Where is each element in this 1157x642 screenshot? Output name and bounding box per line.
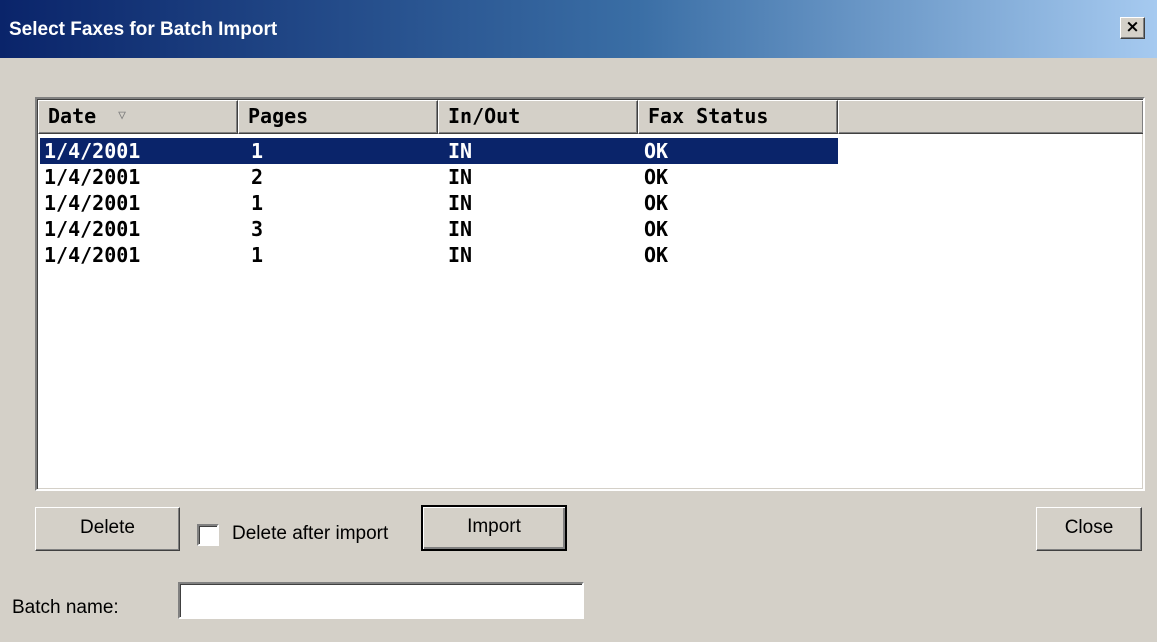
- delete-after-import-label[interactable]: Delete after import: [232, 523, 388, 545]
- title-bar[interactable]: Select Faxes for Batch Import ×: [0, 0, 1157, 58]
- cell-date: 1/4/2001: [44, 139, 141, 163]
- list-rows: 1/4/2001 1 IN OK 1/4/2001 2 IN OK 1/4/20…: [38, 138, 1142, 268]
- table-row[interactable]: 1/4/2001 2 IN OK: [38, 164, 1142, 190]
- batch-import-dialog: Select Faxes for Batch Import × Date ▽ Pa…: [0, 0, 1157, 642]
- close-button-label: Close: [1064, 517, 1114, 538]
- batch-name-label: Batch name:: [12, 597, 119, 618]
- column-header-pages[interactable]: Pages: [238, 100, 438, 134]
- column-header-label: In/Out: [448, 104, 521, 128]
- cell-date: 1/4/2001: [44, 217, 141, 241]
- delete-button[interactable]: Delete: [35, 507, 180, 551]
- batch-name-input[interactable]: [178, 582, 584, 619]
- cell-date: 1/4/2001: [44, 165, 141, 189]
- column-header-filler: [838, 100, 1143, 134]
- cell-status: OK: [644, 139, 669, 163]
- close-window-button[interactable]: ×: [1120, 17, 1145, 39]
- window-title: Select Faxes for Batch Import: [9, 19, 278, 40]
- cell-inout: IN: [448, 217, 473, 241]
- cell-status: OK: [644, 243, 669, 267]
- cell-status: OK: [644, 217, 669, 241]
- cell-pages: 1: [251, 191, 264, 215]
- column-header-label: Fax Status: [648, 104, 769, 128]
- delete-button-label: Delete: [80, 517, 135, 538]
- close-icon: ×: [1125, 17, 1140, 37]
- cell-date: 1/4/2001: [44, 243, 141, 267]
- list-header: Date ▽ Pages In/Out Fax Status: [38, 100, 1143, 134]
- import-button[interactable]: Import: [421, 505, 567, 551]
- table-row[interactable]: 1/4/2001 1 IN OK: [38, 138, 1142, 164]
- column-header-fax-status[interactable]: Fax Status: [638, 100, 838, 134]
- cell-pages: 1: [251, 243, 264, 267]
- cell-pages: 1: [251, 139, 264, 163]
- cell-inout: IN: [448, 165, 473, 189]
- close-button[interactable]: Close: [1036, 507, 1142, 551]
- cell-inout: IN: [448, 139, 473, 163]
- column-header-date[interactable]: Date ▽: [38, 100, 238, 134]
- fax-list[interactable]: Date ▽ Pages In/Out Fax Status 1/4/2001 1…: [35, 97, 1145, 491]
- table-row[interactable]: 1/4/2001 3 IN OK: [38, 216, 1142, 242]
- cell-date: 1/4/2001: [44, 191, 141, 215]
- column-header-inout[interactable]: In/Out: [438, 100, 638, 134]
- selection-highlight: [40, 138, 838, 164]
- cell-status: OK: [644, 165, 669, 189]
- sort-descending-icon: ▽: [118, 108, 126, 123]
- column-header-label: Date: [48, 104, 97, 128]
- cell-inout: IN: [448, 191, 473, 215]
- cell-status: OK: [644, 191, 669, 215]
- delete-after-import-checkbox[interactable]: [197, 524, 219, 546]
- column-header-label: Pages: [248, 104, 309, 128]
- cell-inout: IN: [448, 243, 473, 267]
- cell-pages: 3: [251, 217, 264, 241]
- import-button-label: Import: [467, 516, 521, 537]
- table-row[interactable]: 1/4/2001 1 IN OK: [38, 242, 1142, 268]
- table-row[interactable]: 1/4/2001 1 IN OK: [38, 190, 1142, 216]
- cell-pages: 2: [251, 165, 264, 189]
